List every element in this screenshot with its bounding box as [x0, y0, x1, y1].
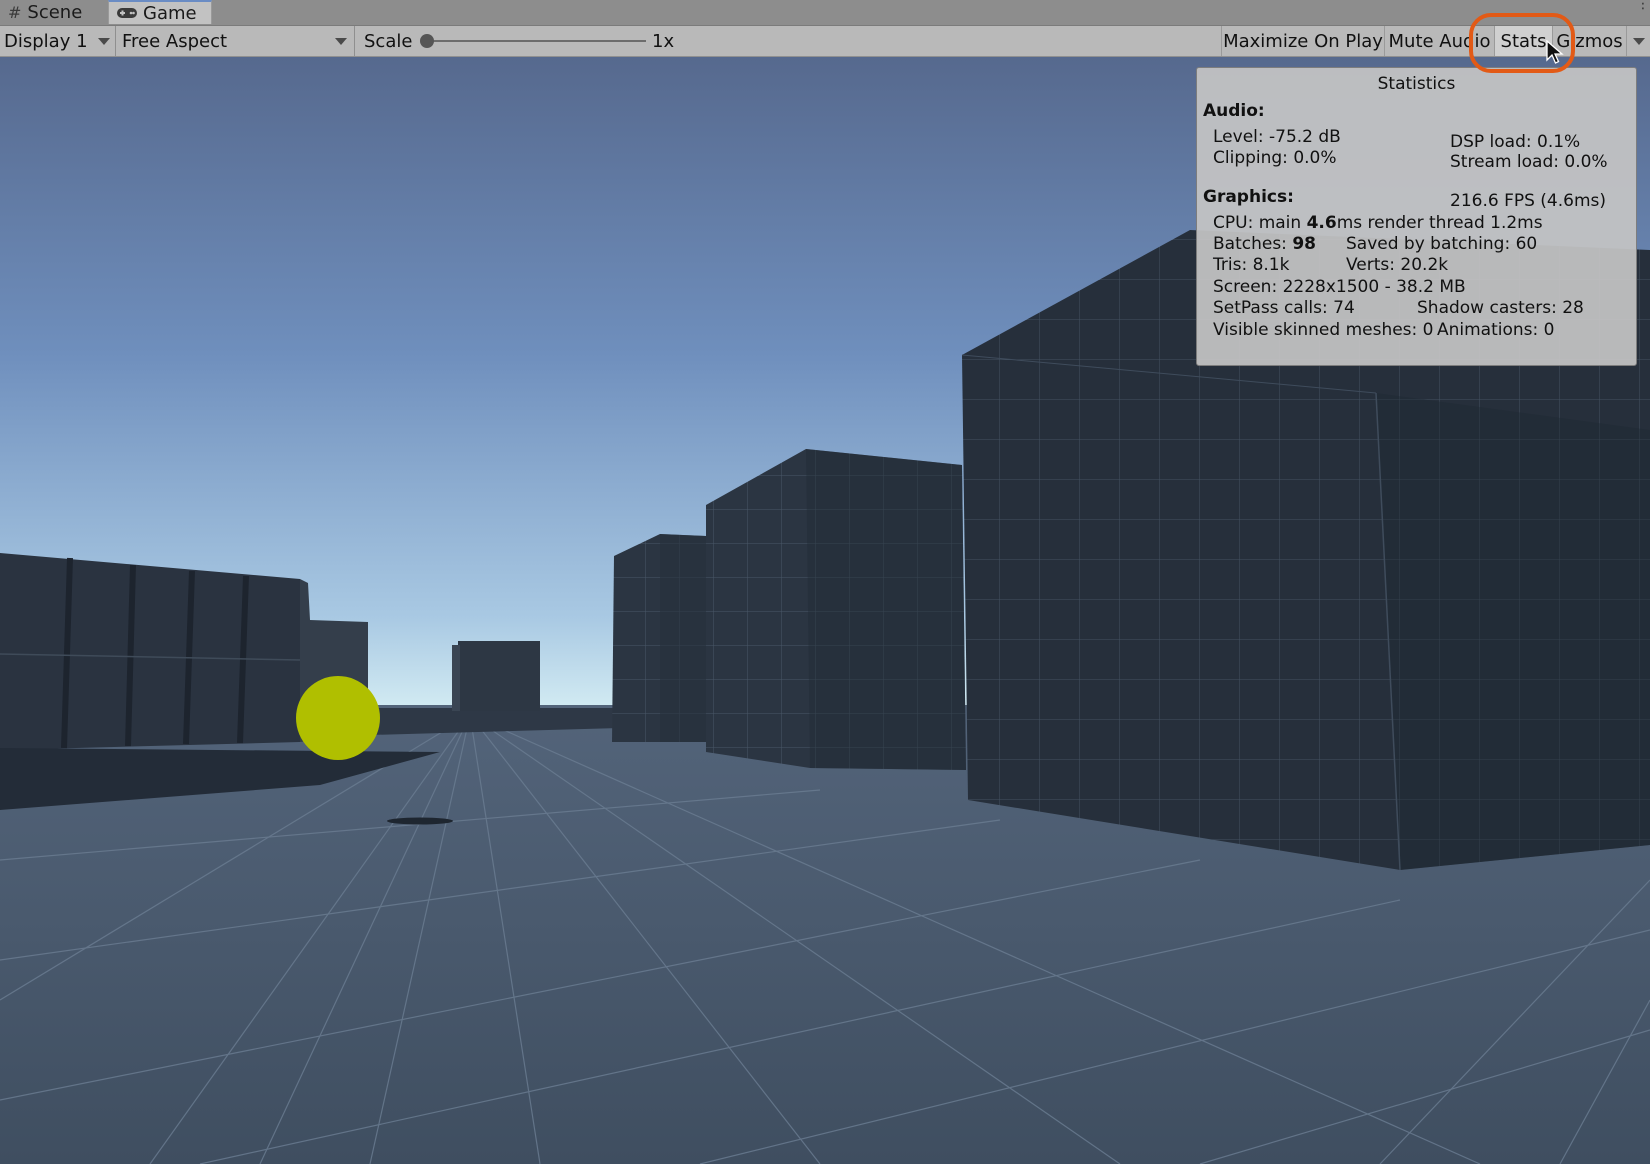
statistics-panel: Statistics Audio: Level: -75.2 dB Clippi…: [1196, 67, 1637, 366]
cpu-timing: CPU: main 4.6ms render thread 1.2ms: [1213, 213, 1543, 233]
aspect-dropdown[interactable]: Free Aspect: [116, 26, 355, 56]
scale-value: 1x: [652, 30, 675, 52]
chevron-down-icon: [335, 38, 347, 45]
mute-audio-button[interactable]: Mute Audio: [1384, 26, 1494, 56]
scale-control: Scale 1x: [364, 26, 684, 56]
stats-button[interactable]: Stats: [1494, 26, 1552, 56]
cpu-main-value: 4.6: [1306, 213, 1337, 233]
display-dropdown[interactable]: Display 1: [0, 26, 116, 56]
mute-audio-label: Mute Audio: [1388, 30, 1491, 52]
scale-slider-track[interactable]: [428, 40, 646, 42]
chevron-down-icon: [1633, 38, 1645, 45]
grid-icon: #: [8, 3, 22, 22]
gamepad-icon: [117, 4, 137, 23]
batches-prefix: Batches:: [1213, 234, 1293, 254]
audio-heading: Audio:: [1203, 101, 1265, 121]
editor-tab-bar: # Scene Game ⋮: [0, 0, 1650, 26]
game-viewport[interactable]: Statistics Audio: Level: -75.2 dB Clippi…: [0, 57, 1650, 1164]
tab-scene-label: Scene: [27, 2, 83, 23]
stats-label: Stats: [1500, 30, 1547, 52]
skinned-meshes: Visible skinned meshes: 0: [1213, 320, 1434, 340]
statistics-title: Statistics: [1377, 74, 1456, 94]
batches-value: 98: [1292, 234, 1316, 254]
scale-slider-handle[interactable]: [420, 34, 434, 48]
audio-clipping: Clipping: 0.0%: [1213, 148, 1337, 168]
sphere-shadow: [387, 817, 453, 825]
cpu-prefix: CPU: main: [1213, 213, 1307, 233]
chevron-down-icon: [98, 38, 110, 45]
maximize-on-play-button[interactable]: Maximize On Play: [1221, 26, 1384, 56]
verts: Verts: 20.2k: [1346, 255, 1449, 275]
batches: Batches: 98: [1213, 234, 1316, 254]
tab-scene[interactable]: # Scene: [8, 0, 108, 25]
fps-readout: 216.6 FPS (4.6ms): [1450, 191, 1607, 211]
graphics-heading: Graphics:: [1203, 187, 1294, 207]
saved-by-batching: Saved by batching: 60: [1346, 234, 1538, 254]
tab-game-label: Game: [143, 2, 197, 24]
gizmos-dropdown[interactable]: [1626, 26, 1650, 56]
display-dropdown-value: Display 1: [4, 30, 88, 52]
player-sphere: [296, 676, 380, 760]
cpu-suffix: ms render thread 1.2ms: [1336, 213, 1543, 233]
screen-info: Screen: 2228x1500 - 38.2 MB: [1213, 277, 1466, 297]
far-cube: [458, 641, 540, 711]
animations: Animations: 0: [1437, 320, 1555, 340]
maximize-on-play-label: Maximize On Play: [1223, 30, 1383, 52]
dsp-load: DSP load: 0.1%: [1450, 132, 1581, 152]
more-options-icon[interactable]: ⋮: [1636, 0, 1650, 11]
mouse-cursor-icon: [1546, 39, 1564, 70]
mid-cube: [612, 534, 706, 742]
aspect-dropdown-value: Free Aspect: [122, 30, 228, 52]
tris: Tris: 8.1k: [1213, 255, 1290, 275]
stream-load: Stream load: 0.0%: [1450, 152, 1608, 172]
scale-label: Scale: [364, 30, 413, 52]
game-view-toolbar: Display 1 Free Aspect Scale 1x Maximize …: [0, 26, 1650, 57]
setpass-calls: SetPass calls: 74: [1213, 298, 1355, 318]
shadow-casters: Shadow casters: 28: [1417, 298, 1584, 318]
audio-level: Level: -75.2 dB: [1213, 127, 1341, 147]
gizmos-label: Gizmos: [1556, 30, 1623, 52]
center-cube: [706, 449, 966, 770]
tab-game[interactable]: Game: [108, 0, 212, 24]
